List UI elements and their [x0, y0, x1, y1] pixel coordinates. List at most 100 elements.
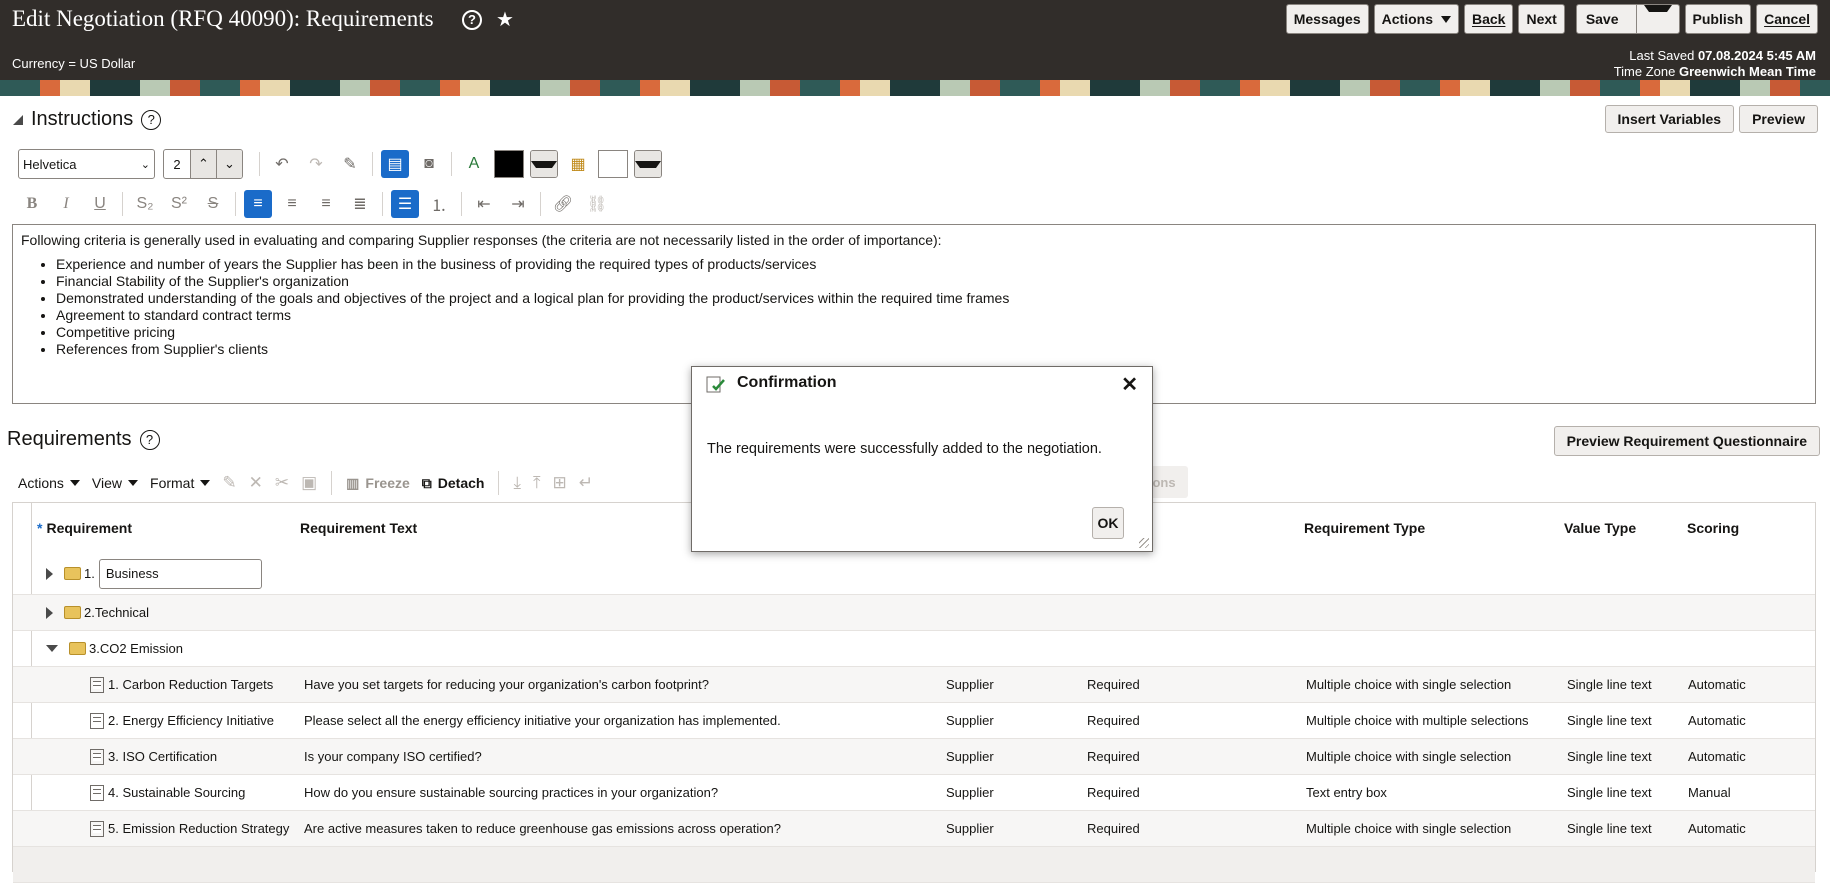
level-cell: Required	[1087, 749, 1140, 764]
justify-icon[interactable]: ≣	[346, 190, 374, 218]
next-button[interactable]: Next	[1518, 4, 1565, 34]
table-row[interactable]: 5. Emission Reduction Strategy Are activ…	[13, 811, 1815, 847]
requirement-number: 2.	[108, 713, 119, 728]
cut-icon[interactable]: ✂	[275, 473, 289, 493]
strikethrough-icon[interactable]: S	[199, 190, 227, 218]
header-decorative-band	[0, 80, 1830, 96]
superscript-icon[interactable]: S²	[165, 190, 193, 218]
requirement-name[interactable]: Carbon Reduction Targets	[122, 677, 273, 692]
detach-button[interactable]: ⧉ Detach	[422, 475, 485, 492]
messages-button[interactable]: Messages	[1285, 4, 1369, 34]
section-name-input[interactable]: Business	[98, 558, 262, 589]
publish-button[interactable]: Publish	[1684, 4, 1752, 34]
collapse-triangle-icon[interactable]	[13, 114, 23, 125]
column-header-requirement-text[interactable]: Requirement Text	[300, 503, 417, 553]
align-center-icon[interactable]: ≡	[278, 190, 306, 218]
resize-handle-icon[interactable]	[1139, 538, 1149, 548]
background-color-swatch[interactable]	[598, 150, 628, 178]
requirement-number: 3.	[108, 749, 119, 764]
chevron-down-icon	[1643, 5, 1672, 33]
insert-variables-button[interactable]: Insert Variables	[1604, 105, 1735, 133]
preview-questionnaire-button[interactable]: Preview Requirement Questionnaire	[1553, 426, 1820, 456]
requirement-name[interactable]: Sustainable Sourcing	[122, 785, 245, 800]
numbered-list-icon[interactable]: ⒈	[425, 190, 453, 218]
column-header-scoring[interactable]: Scoring	[1687, 503, 1739, 553]
requirement-cell: 1. Business	[46, 553, 262, 594]
delete-icon[interactable]: ✕	[249, 473, 263, 493]
help-icon[interactable]: ?	[462, 9, 482, 30]
preview-button[interactable]: Preview	[1739, 105, 1818, 133]
bold-icon[interactable]: B	[18, 190, 46, 218]
value-type-cell: Single line text	[1567, 785, 1652, 800]
table-row[interactable]: 2. Technical	[13, 595, 1815, 631]
text-color-swatch[interactable]	[494, 150, 524, 178]
instructions-header: Instructions ?	[13, 108, 162, 131]
table-row[interactable]: 3. ISO Certification Is your company ISO…	[13, 739, 1815, 775]
requirement-type-cell: Multiple choice with single selection	[1306, 749, 1512, 764]
column-header-requirement[interactable]: * Requirement	[37, 503, 132, 553]
freeze-button[interactable]: ▥ Freeze	[346, 475, 410, 492]
hierarchy-icon[interactable]: ⊞	[552, 473, 566, 493]
table-row[interactable]: 1. Business	[13, 553, 1815, 595]
requirement-name[interactable]: ISO Certification	[122, 749, 217, 764]
decrease-size-icon[interactable]: ⌄	[216, 150, 242, 178]
format-menu[interactable]: Format	[150, 475, 211, 491]
back-button[interactable]: Back	[1463, 4, 1514, 34]
view-menu[interactable]: View	[92, 475, 139, 491]
table-row[interactable]: 2. Energy Efficiency Initiative Please s…	[13, 703, 1815, 739]
requirement-name[interactable]: Energy Efficiency Initiative	[122, 713, 274, 728]
cancel-button[interactable]: Cancel	[1756, 4, 1818, 34]
increase-size-icon[interactable]: ⌃	[190, 150, 216, 178]
bulleted-list-icon[interactable]: ☰	[391, 190, 419, 218]
move-top-icon[interactable]: ⤒	[533, 473, 541, 493]
column-header-value-type[interactable]: Value Type	[1564, 503, 1636, 553]
font-size-stepper[interactable]: 2 ⌃ ⌄	[163, 149, 243, 179]
unlink-icon[interactable]: ⛓︎	[583, 190, 611, 218]
collapse-icon[interactable]	[46, 645, 58, 652]
edit-icon[interactable]: ✎	[222, 473, 236, 493]
help-icon[interactable]: ?	[139, 429, 160, 450]
close-icon[interactable]: ✕	[1121, 372, 1138, 397]
outdent-icon[interactable]: ⇤	[470, 190, 498, 218]
criteria-item: Competitive pricing	[56, 324, 1807, 341]
background-color-dropdown[interactable]	[634, 150, 662, 178]
underline-icon[interactable]: U	[86, 190, 114, 218]
requirement-name[interactable]: Emission Reduction Strategy	[122, 821, 289, 836]
level-cell: Required	[1087, 785, 1140, 800]
expand-icon[interactable]	[46, 567, 53, 580]
favorite-star-icon[interactable]: ★	[496, 7, 514, 32]
paste-icon[interactable]: ▣	[301, 473, 317, 493]
actions-menu-button[interactable]: Actions	[1373, 4, 1459, 34]
move-bottom-icon[interactable]: ⤓	[513, 473, 521, 493]
text-color-dropdown[interactable]	[530, 150, 558, 178]
clear-format-icon[interactable]: ✎	[336, 150, 364, 178]
save-button[interactable]: Save	[1577, 5, 1628, 33]
save-split-button[interactable]: Save	[1575, 4, 1680, 34]
responder-cell: Supplier	[946, 821, 994, 836]
redo-icon[interactable]: ↷	[302, 150, 330, 178]
background-color-icon[interactable]: ▦	[564, 150, 592, 178]
actions-menu[interactable]: Actions	[18, 475, 80, 491]
help-icon[interactable]: ?	[141, 109, 162, 130]
italic-icon[interactable]: I	[52, 190, 80, 218]
table-row[interactable]: 3. CO2 Emission	[13, 631, 1815, 667]
link-icon[interactable]: 🔗︎	[549, 190, 577, 218]
subscript-icon[interactable]: S₂	[131, 190, 159, 218]
currency-label: Currency = US Dollar	[12, 56, 136, 71]
table-row[interactable]: 1. Carbon Reduction Targets Have you set…	[13, 667, 1815, 703]
save-options-dropdown[interactable]	[1635, 5, 1679, 33]
rich-text-mode-icon[interactable]: ▤	[381, 150, 409, 178]
indent-icon[interactable]: ⇥	[504, 190, 532, 218]
align-left-icon[interactable]: ≡	[244, 190, 272, 218]
align-right-icon[interactable]: ≡	[312, 190, 340, 218]
table-row[interactable]: 4. Sustainable Sourcing How do you ensur…	[13, 775, 1815, 811]
expand-icon[interactable]	[46, 606, 53, 619]
return-icon[interactable]: ↵	[579, 473, 593, 493]
source-mode-icon[interactable]: ◙	[415, 150, 443, 178]
undo-icon[interactable]: ↶	[268, 150, 296, 178]
ok-button[interactable]: OK	[1092, 507, 1124, 539]
text-color-icon[interactable]: A	[460, 150, 488, 178]
requirements-table: * Requirement Requirement Text Requiremen…	[12, 502, 1816, 883]
font-family-select[interactable]: Helvetica ⌄	[18, 149, 155, 179]
column-header-requirement-type[interactable]: Requirement Type	[1304, 503, 1425, 553]
